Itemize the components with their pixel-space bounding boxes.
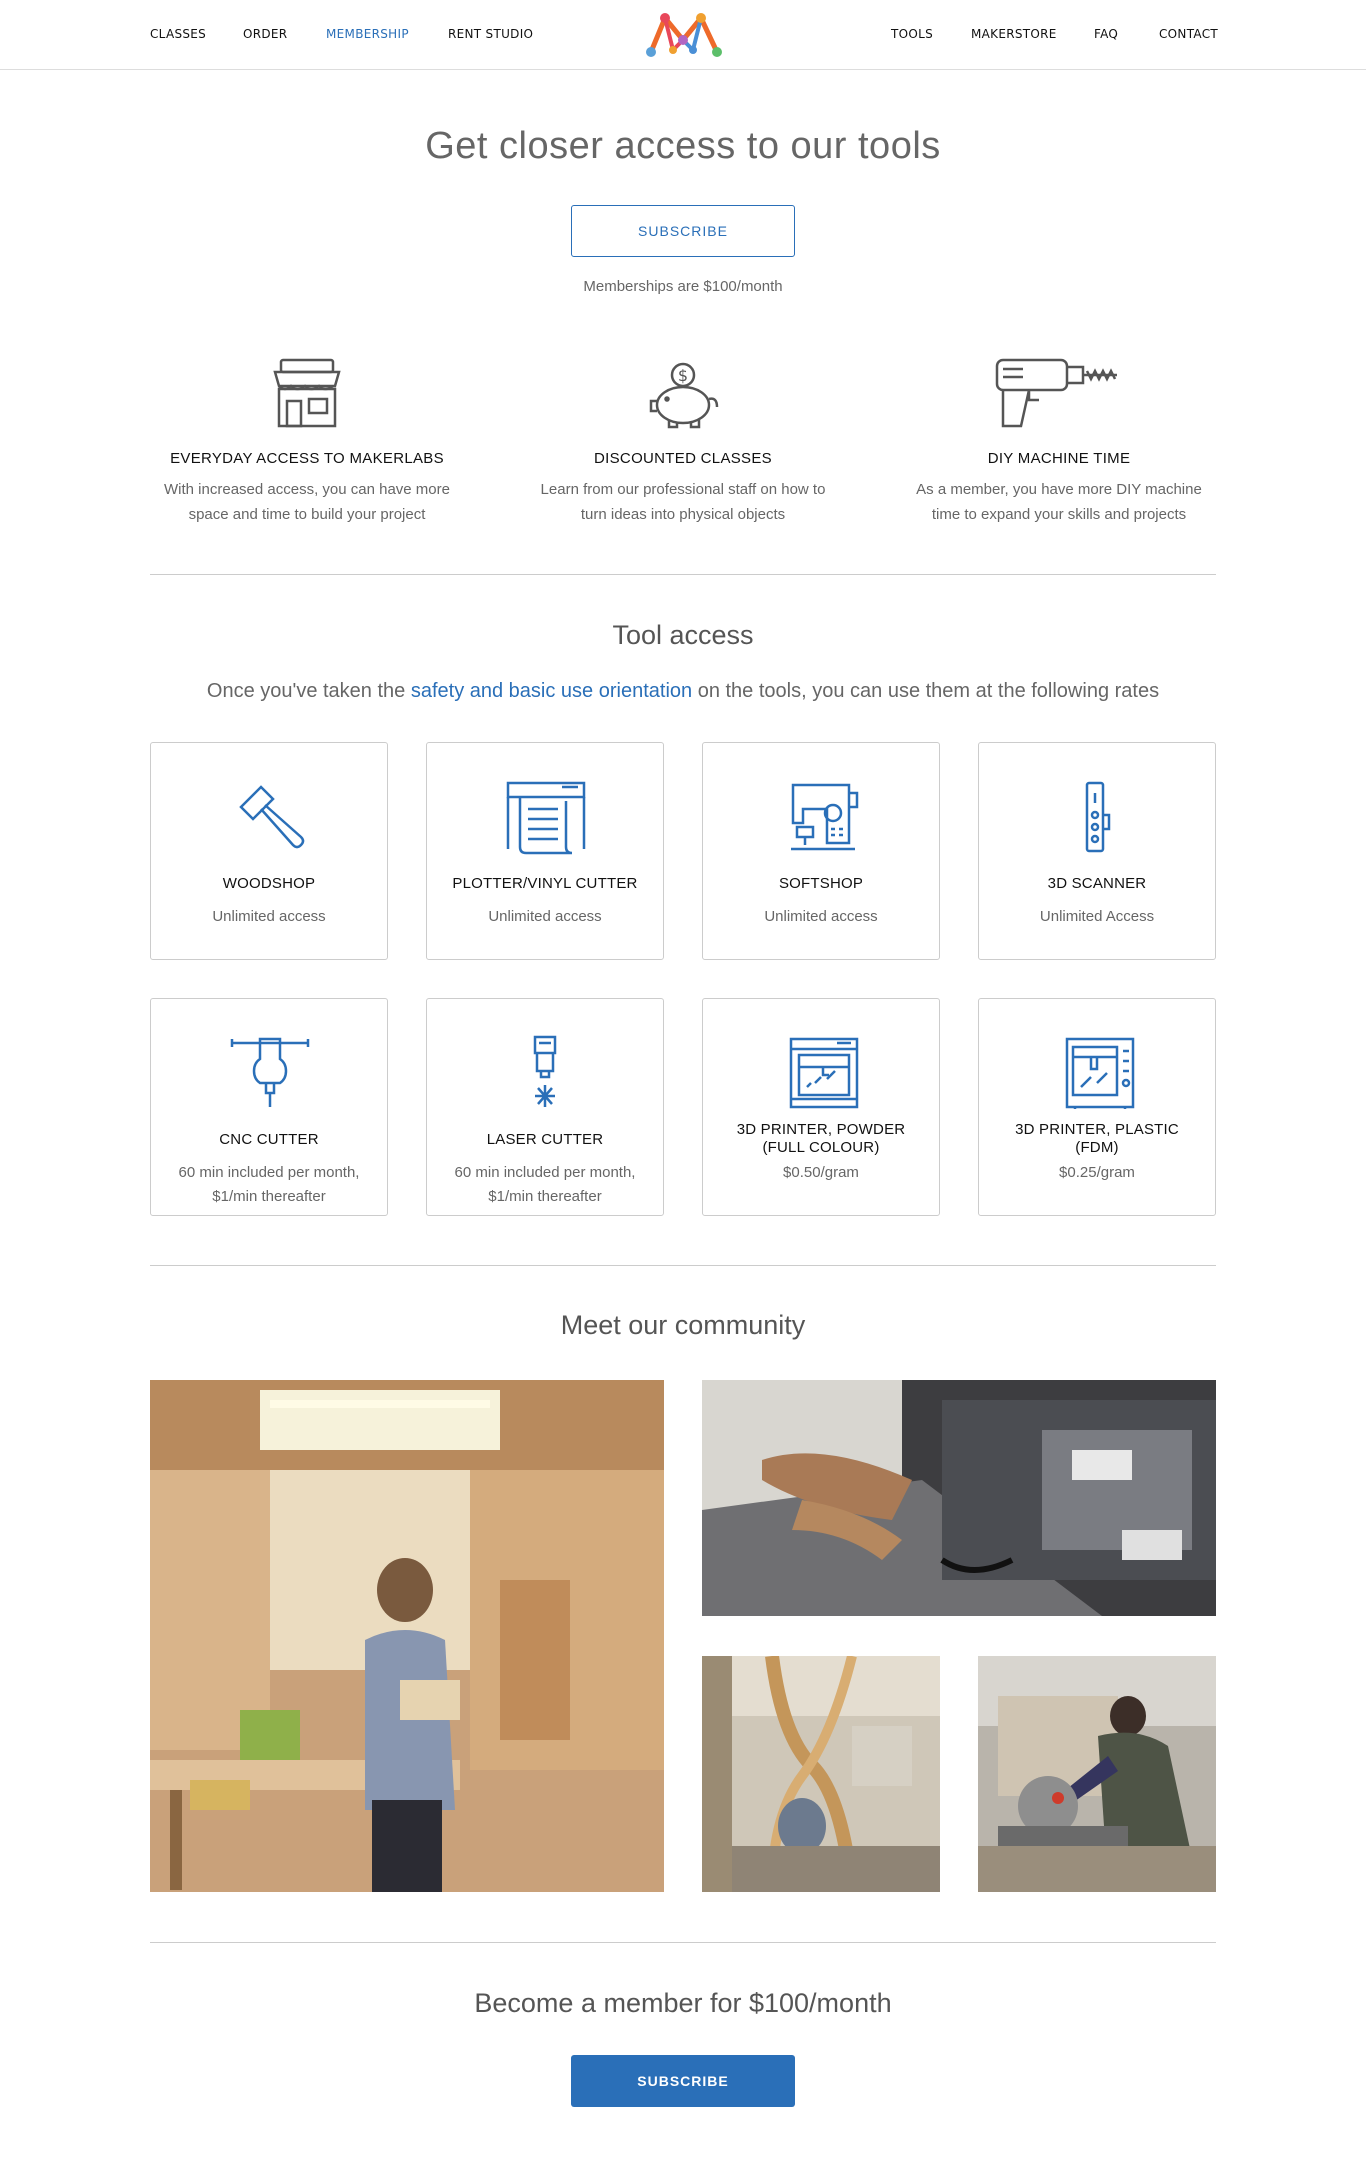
tool-name: CNC CUTTER xyxy=(219,1131,319,1148)
community-photo-saw xyxy=(978,1656,1216,1892)
drill-icon xyxy=(995,358,1117,428)
tool-card-3d-scanner[interactable]: 3D SCANNER Unlimited Access xyxy=(978,742,1216,960)
tool-rate: Unlimited access xyxy=(212,908,326,925)
makerlabs-logo[interactable] xyxy=(643,10,725,60)
tool-card-powder-printer[interactable]: 3D PRINTER, POWDER (FULL COLOUR) $0.50/gr… xyxy=(702,998,940,1216)
tool-access-title: Tool access xyxy=(612,620,754,650)
nav-classes[interactable]: CLASSES xyxy=(150,27,206,41)
feature-description: With increased access, you can have more… xyxy=(164,481,450,523)
tool-name: LASER CUTTER xyxy=(486,1131,604,1148)
tool-rate: Unlimited access xyxy=(488,908,602,925)
nav-rent-studio[interactable]: RENT STUDIO xyxy=(448,27,533,41)
feature-description: Learn from our professional staff on how… xyxy=(540,481,826,523)
tool-card-fdm-printer[interactable]: 3D PRINTER, PLASTIC (FDM) $0.25/gram xyxy=(978,998,1216,1216)
nav-faq[interactable]: FAQ xyxy=(1094,27,1118,41)
fdm-printer-icon xyxy=(1065,1037,1135,1109)
tool-rate: 60 min included per month, $1/min thereaf… xyxy=(454,1164,636,1205)
tool-name: 3D PRINTER, POWDER (FULL COLOUR) xyxy=(736,1121,906,1156)
community-photo-sculpture xyxy=(702,1656,940,1892)
sewing-photo-image xyxy=(702,1380,1216,1616)
tool-name: WOODSHOP xyxy=(222,875,316,892)
feature-title: DISCOUNTED CLASSES xyxy=(594,450,772,467)
laser-icon xyxy=(533,1035,557,1107)
tool-name: SOFTSHOP xyxy=(778,875,864,892)
feature-description: As a member, you have more DIY machine ti… xyxy=(916,481,1202,523)
sculpture-photo-image xyxy=(702,1656,940,1892)
tool-rate: $0.25/gram xyxy=(1059,1164,1135,1181)
nav-contact[interactable]: CONTACT xyxy=(1159,27,1218,41)
tool-name: 3D PRINTER, PLASTIC (FDM) xyxy=(1015,1121,1179,1156)
subscribe-button-bottom[interactable]: SUBSCRIBE xyxy=(571,2055,795,2107)
nav-tools[interactable]: TOOLS xyxy=(891,27,933,41)
nav-order[interactable]: ORDER xyxy=(243,27,287,41)
woodshop-photo-image xyxy=(150,1380,664,1892)
tool-card-woodshop[interactable]: WOODSHOP Unlimited access xyxy=(150,742,388,960)
powder-printer-icon xyxy=(789,1037,859,1109)
divider xyxy=(150,1942,1216,1943)
feature-discounted-classes: $ DISCOUNTED CLASSES Learn from our prof… xyxy=(513,355,853,527)
svg-text:$: $ xyxy=(678,366,688,385)
divider xyxy=(150,1265,1216,1266)
storefront-icon xyxy=(273,358,341,428)
feature-diy-machine-time: DIY MACHINE TIME As a member, you have m… xyxy=(889,355,1229,527)
membership-price-note: Memberships are $100/month xyxy=(583,278,783,295)
community-photo-sewing xyxy=(702,1380,1216,1616)
tool-rate: Unlimited Access xyxy=(1039,908,1155,925)
tool-card-plotter[interactable]: PLOTTER/VINYL CUTTER Unlimited access xyxy=(426,742,664,960)
feature-makerlabs-access: EVERYDAY ACCESS TO MAKERLABS With increa… xyxy=(137,355,477,527)
nav-membership[interactable]: MEMBERSHIP xyxy=(326,27,409,41)
tool-card-softshop[interactable]: SOFTSHOP Unlimited access xyxy=(702,742,940,960)
hero-title: Get closer access to our tools xyxy=(425,125,941,167)
tool-rate: 60 min included per month, $1/min thereaf… xyxy=(178,1164,360,1205)
tool-card-cnc[interactable]: CNC CUTTER 60 min included per month, $1/… xyxy=(150,998,388,1216)
hammer-icon xyxy=(239,785,305,849)
saw-photo-image xyxy=(978,1656,1216,1892)
tool-access-intro: Once you've taken the safety and basic u… xyxy=(206,680,1160,702)
tool-name: 3D SCANNER xyxy=(1047,875,1147,892)
cnc-icon xyxy=(230,1037,310,1107)
tool-card-laser-cutter[interactable]: LASER CUTTER 60 min included per month, $… xyxy=(426,998,664,1216)
sewing-machine-icon xyxy=(791,783,859,851)
feature-title: EVERYDAY ACCESS TO MAKERLABS xyxy=(170,450,444,467)
tool-rate: $0.50/gram xyxy=(783,1164,859,1181)
top-navigation: CLASSES ORDER MEMBERSHIP RENT STUDIO TOO… xyxy=(0,0,1366,70)
orientation-link[interactable]: safety and basic use orientation xyxy=(411,680,692,702)
footer-cta-title: Become a member for $100/month xyxy=(474,1988,892,2018)
subscribe-button[interactable]: SUBSCRIBE xyxy=(571,205,795,257)
nav-makerstore[interactable]: MAKERSTORE xyxy=(971,27,1057,41)
community-title: Meet our community xyxy=(560,1310,806,1340)
plotter-icon xyxy=(506,781,586,855)
scanner-icon xyxy=(1085,781,1111,853)
tool-name: PLOTTER/VINYL CUTTER xyxy=(452,875,638,892)
piggy-bank-icon: $ xyxy=(649,362,719,429)
divider xyxy=(150,574,1216,575)
feature-title: DIY MACHINE TIME xyxy=(987,450,1131,467)
community-photo-woodshop xyxy=(150,1380,664,1892)
tool-rate: Unlimited access xyxy=(764,908,878,925)
